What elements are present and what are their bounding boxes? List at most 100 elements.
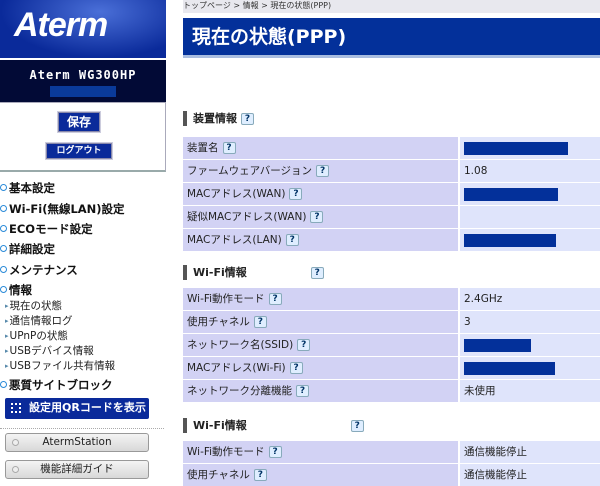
row-value-cell: 3 <box>460 311 600 333</box>
row-label: ネットワーク名(SSID) <box>187 339 294 351</box>
help-icon[interactable]: ? <box>297 339 311 351</box>
qr-icon <box>11 403 21 413</box>
row-value-cell: 通信機能停止 <box>460 464 600 486</box>
model-name: Aterm WG300HP <box>29 68 137 82</box>
nav-eco-mode[interactable]: ECOモード設定 <box>0 221 93 237</box>
divider <box>0 428 164 429</box>
guide-label: 機能詳細ガイド <box>40 463 114 475</box>
row-value-cell <box>460 183 600 205</box>
breadcrumb: トップページ > 情報 > 現在の状態(PPP) <box>183 0 600 13</box>
redacted-block <box>464 187 558 201</box>
help-icon[interactable]: ? <box>296 385 309 397</box>
circle-icon <box>12 439 19 446</box>
help-icon[interactable]: ? <box>285 234 299 246</box>
row-label: Wi-Fi動作モード <box>187 446 265 458</box>
sub-upnp-status[interactable]: UPnPの状態 <box>5 328 68 343</box>
nav-info[interactable]: 情報 <box>0 282 32 298</box>
help-icon[interactable]: ? <box>253 469 267 481</box>
help-icon[interactable]: ? <box>222 142 236 154</box>
row-label: MACアドレス(Wi-Fi) <box>187 362 286 374</box>
atermstation-label: AtermStation <box>42 436 112 448</box>
nav-wifi-settings[interactable]: Wi-Fi(無線LAN)設定 <box>0 201 125 217</box>
table-row: ファームウェアバージョン? 1.08 <box>183 160 600 182</box>
redacted-block <box>464 233 556 247</box>
save-button[interactable]: 保存 <box>58 112 100 132</box>
aterm-logo: Aterm <box>0 0 166 58</box>
row-value: 1.08 <box>464 165 488 177</box>
main-content: トップページ > 情報 > 現在の状態(PPP) 現在の状態(PPP) 装置情報… <box>183 0 600 486</box>
help-icon[interactable]: ? <box>310 267 324 279</box>
qr-label: 設定用QRコードを表示 <box>29 401 146 414</box>
section-title: 装置情報 <box>193 112 237 125</box>
row-label-cell: MACアドレス(WAN)? <box>183 183 458 205</box>
help-icon[interactable]: ? <box>253 316 267 328</box>
row-label-cell: 疑似MACアドレス(WAN)? <box>183 206 458 228</box>
circle-icon <box>12 466 19 473</box>
section-title: Wi-Fi情報 <box>193 266 247 279</box>
help-icon[interactable]: ? <box>310 211 324 223</box>
row-value-cell <box>460 334 600 356</box>
row-value-cell: 1.08 <box>460 160 600 182</box>
row-label: 装置名 <box>187 142 219 154</box>
redacted-block <box>464 361 555 375</box>
row-label-cell: 装置名? <box>183 137 458 159</box>
help-icon[interactable]: ? <box>350 420 364 432</box>
sub-current-status[interactable]: 現在の状態 <box>5 298 63 313</box>
table-row: 使用チャネル? 3 <box>183 311 600 333</box>
action-box: 保存 ログアウト <box>0 102 166 172</box>
row-label: 疑似MACアドレス(WAN) <box>187 211 307 223</box>
table-row: MACアドレス(Wi-Fi)? <box>183 357 600 379</box>
row-value-cell <box>460 137 600 159</box>
row-value: 未使用 <box>464 385 496 397</box>
redacted-block <box>464 338 531 352</box>
row-label-cell: 使用チャネル? <box>183 311 458 333</box>
table-row: MACアドレス(LAN)? <box>183 229 600 251</box>
row-value: 3 <box>464 316 471 328</box>
row-value: 2.4GHz <box>464 293 503 305</box>
row-label: 使用チャネル <box>187 469 250 481</box>
row-label-cell: Wi-Fi動作モード? <box>183 441 458 463</box>
row-label: MACアドレス(LAN) <box>187 234 282 246</box>
table-row: MACアドレス(WAN)? <box>183 183 600 205</box>
sidebar: Aterm Aterm WG300HP 保存 ログアウト 基本設定 Wi-Fi(… <box>0 0 166 480</box>
sub-usb-device[interactable]: USBデバイス情報 <box>5 343 94 358</box>
sub-comm-log[interactable]: 通信情報ログ <box>5 313 73 328</box>
section-title: Wi-Fi情報 <box>193 419 247 432</box>
help-icon[interactable]: ? <box>316 165 330 177</box>
redacted-block <box>464 141 568 155</box>
guide-button[interactable]: 機能詳細ガイド <box>5 460 149 479</box>
help-icon[interactable]: ? <box>268 293 282 305</box>
row-label-cell: MACアドレス(LAN)? <box>183 229 458 251</box>
row-label: Wi-Fi動作モード <box>187 293 265 305</box>
row-label-cell: ネットワーク分離機能? <box>183 380 458 402</box>
table-row: Wi-Fi動作モード? 2.4GHz <box>183 288 600 310</box>
show-qr-button[interactable]: 設定用QRコードを表示 <box>5 398 149 419</box>
nav-maintenance[interactable]: メンテナンス <box>0 262 78 278</box>
help-icon[interactable]: ? <box>268 446 282 458</box>
row-label-cell: 使用チャネル? <box>183 464 458 486</box>
sub-usb-share[interactable]: USBファイル共有情報 <box>5 358 116 373</box>
row-value-cell <box>460 357 600 379</box>
help-icon[interactable]: ? <box>289 362 303 374</box>
table-row: Wi-Fi動作モード? 通信機能停止 <box>183 441 600 463</box>
row-value: 通信機能停止 <box>464 469 527 481</box>
nav-advanced-settings[interactable]: 詳細設定 <box>0 241 55 257</box>
row-label: ファームウェアバージョン <box>187 165 313 177</box>
row-label-cell: MACアドレス(Wi-Fi)? <box>183 357 458 379</box>
table-row: 疑似MACアドレス(WAN)? <box>183 206 600 228</box>
row-label-cell: ファームウェアバージョン? <box>183 160 458 182</box>
model-panel: Aterm WG300HP <box>0 60 166 102</box>
help-icon[interactable]: ? <box>289 188 303 200</box>
row-label: 使用チャネル <box>187 316 250 328</box>
nav-site-block[interactable]: 悪質サイトブロック <box>0 377 113 393</box>
atermstation-button[interactable]: AtermStation <box>5 433 149 452</box>
logout-button[interactable]: ログアウト <box>46 143 112 159</box>
section-header: Wi-Fi情報? <box>183 265 324 280</box>
row-value-cell <box>460 206 600 228</box>
help-icon[interactable]: ? <box>241 113 254 125</box>
row-value-cell <box>460 229 600 251</box>
table-row: 装置名? <box>183 137 600 159</box>
row-value-cell: 未使用 <box>460 380 600 402</box>
nav-basic-settings[interactable]: 基本設定 <box>0 180 55 196</box>
table-row: 使用チャネル? 通信機能停止 <box>183 464 600 486</box>
